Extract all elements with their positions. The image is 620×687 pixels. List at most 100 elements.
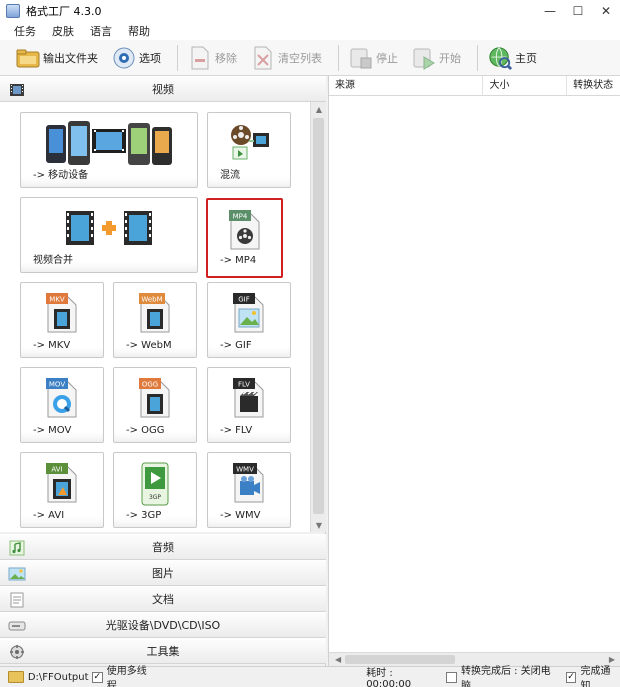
- column-source[interactable]: 来源: [329, 76, 484, 95]
- window-title: 格式工厂 4.3.0: [26, 5, 102, 18]
- remove-button[interactable]: 移除: [184, 43, 241, 73]
- maximize-button[interactable]: ☐: [564, 0, 592, 22]
- tile-gif[interactable]: GIF -> GIF: [207, 282, 291, 358]
- after-convert-checkbox[interactable]: [446, 671, 457, 683]
- mov-badge: MOV: [49, 381, 65, 389]
- scroll-thumb[interactable]: [313, 118, 324, 514]
- gif-file-icon: GIF: [231, 291, 267, 336]
- options-button[interactable]: 选项: [108, 43, 165, 73]
- menu-bar: 任务 皮肤 语言 帮助: [0, 22, 620, 40]
- scroll-down-arrow-icon[interactable]: ▼: [311, 518, 327, 532]
- elapsed-time: 耗时 : 00:00:00: [366, 668, 412, 687]
- document-icon: [8, 591, 26, 609]
- clear-list-label: 清空列表: [278, 51, 322, 65]
- output-folder-button[interactable]: 输出文件夹: [12, 43, 102, 73]
- category-document-label: 文档: [152, 593, 174, 606]
- multithread-checkbox[interactable]: ✓: [91, 671, 103, 683]
- mkv-badge: MKV: [49, 296, 65, 304]
- toolbar-separator: [177, 44, 178, 71]
- 3gp-file-icon: 3GP: [137, 461, 173, 510]
- tile-webm[interactable]: WebM -> WebM: [113, 282, 197, 358]
- tile-webm-label: -> WebM: [126, 340, 172, 351]
- 3gp-badge: 3GP: [149, 494, 161, 501]
- notify-label: 完成通知: [580, 666, 611, 687]
- avi-badge: AVI: [51, 466, 62, 474]
- category-video-label: 视频: [152, 83, 174, 96]
- toolbox-icon: [8, 643, 26, 661]
- app-icon: [6, 4, 20, 18]
- horizontal-scroll-thumb[interactable]: [345, 655, 455, 664]
- notify-checkbox[interactable]: ✓: [565, 671, 577, 683]
- scroll-up-arrow-icon[interactable]: ▲: [311, 102, 327, 116]
- video-merge-icon: [64, 208, 154, 251]
- home-button[interactable]: 主页: [484, 43, 541, 73]
- close-button[interactable]: ✕: [592, 0, 620, 22]
- tile-mov[interactable]: MOV -> MOV: [20, 367, 104, 443]
- tile-3gp[interactable]: 3GP -> 3GP: [113, 452, 197, 528]
- tile-wmv[interactable]: WMV -> WMV: [207, 452, 291, 528]
- toolbar-separator: [477, 44, 478, 71]
- optical-drive-icon: [8, 617, 26, 635]
- output-path[interactable]: D:\FFOutput: [28, 672, 89, 683]
- webm-badge: WebM: [141, 296, 162, 304]
- title-bar: 格式工厂 4.3.0 — ☐ ✕: [0, 0, 620, 22]
- category-document[interactable]: 文档: [0, 586, 326, 612]
- remove-file-icon: [188, 46, 212, 70]
- category-panel: 视频 -> 移动设备 混流 视频合并 MP4 -> MP4 MKV -> MKV…: [0, 76, 326, 666]
- minimize-button[interactable]: —: [536, 0, 564, 22]
- flv-badge: FLV: [238, 381, 250, 389]
- mkv-file-icon: MKV: [44, 291, 80, 336]
- category-tools-label: 工具集: [146, 645, 180, 658]
- home-label: 主页: [515, 51, 537, 65]
- stop-button[interactable]: 停止: [345, 43, 402, 73]
- tile-mkv[interactable]: MKV -> MKV: [20, 282, 104, 358]
- tile-mobile-device[interactable]: -> 移动设备: [20, 112, 198, 188]
- notify-option[interactable]: ✓ 完成通知: [565, 662, 620, 687]
- category-tools[interactable]: 工具集: [0, 638, 326, 664]
- folder-icon: [16, 46, 40, 70]
- after-convert-option[interactable]: 转换完成后 : 关闭电脑: [446, 662, 560, 687]
- video-format-grid: -> 移动设备 混流 视频合并 MP4 -> MP4 MKV -> MKV We…: [0, 102, 310, 532]
- column-status[interactable]: 转换状态: [567, 76, 620, 95]
- mov-file-icon: MOV: [44, 376, 80, 421]
- stop-label: 停止: [376, 51, 398, 65]
- tile-gif-label: -> GIF: [220, 340, 252, 351]
- grid-vertical-scrollbar[interactable]: ▲ ▼: [310, 102, 326, 532]
- scroll-left-arrow-icon[interactable]: ◀: [335, 655, 341, 664]
- output-folder-icon[interactable]: [8, 671, 24, 683]
- ogg-badge: OGG: [142, 381, 158, 389]
- category-image[interactable]: 图片: [0, 560, 326, 586]
- tile-avi[interactable]: AVI -> AVI: [20, 452, 104, 528]
- tile-mp4-label: -> MP4: [220, 255, 257, 266]
- toolbar-separator: [338, 44, 339, 71]
- flv-file-icon: FLV: [231, 376, 267, 421]
- category-audio-label: 音频: [152, 541, 174, 554]
- options-label: 选项: [139, 51, 161, 65]
- clear-list-button[interactable]: 清空列表: [247, 43, 326, 73]
- menu-help[interactable]: 帮助: [128, 23, 150, 39]
- task-list-panel: 来源 大小 转换状态 ◀ ▶: [328, 76, 620, 666]
- multithread-option[interactable]: ✓ 使用多线程: [91, 662, 156, 687]
- tile-mkv-label: -> MKV: [33, 340, 71, 351]
- menu-skin[interactable]: 皮肤: [52, 23, 74, 39]
- tile-3gp-label: -> 3GP: [126, 510, 162, 521]
- tile-mp4[interactable]: MP4 -> MP4: [206, 198, 283, 278]
- category-video[interactable]: 视频: [0, 76, 326, 102]
- tile-avi-label: -> AVI: [33, 510, 65, 521]
- ogg-file-icon: OGG: [137, 376, 173, 421]
- column-size[interactable]: 大小: [483, 76, 568, 95]
- tile-merge-label: 视频合并: [33, 255, 73, 266]
- category-optical[interactable]: 光驱设备\DVD\CD\ISO: [0, 612, 326, 638]
- tile-mix[interactable]: 混流: [207, 112, 291, 188]
- tile-flv[interactable]: FLV -> FLV: [207, 367, 291, 443]
- options-icon: [112, 46, 136, 70]
- menu-tasks[interactable]: 任务: [14, 23, 36, 39]
- tile-ogg[interactable]: OGG -> OGG: [113, 367, 197, 443]
- category-audio[interactable]: 音频: [0, 534, 326, 560]
- start-button[interactable]: 开始: [408, 43, 465, 73]
- clear-list-icon: [251, 46, 275, 70]
- tile-video-merge[interactable]: 视频合并: [20, 197, 198, 273]
- wmv-file-icon: WMV: [231, 461, 267, 506]
- music-note-icon: [8, 539, 26, 557]
- menu-language[interactable]: 语言: [90, 23, 112, 39]
